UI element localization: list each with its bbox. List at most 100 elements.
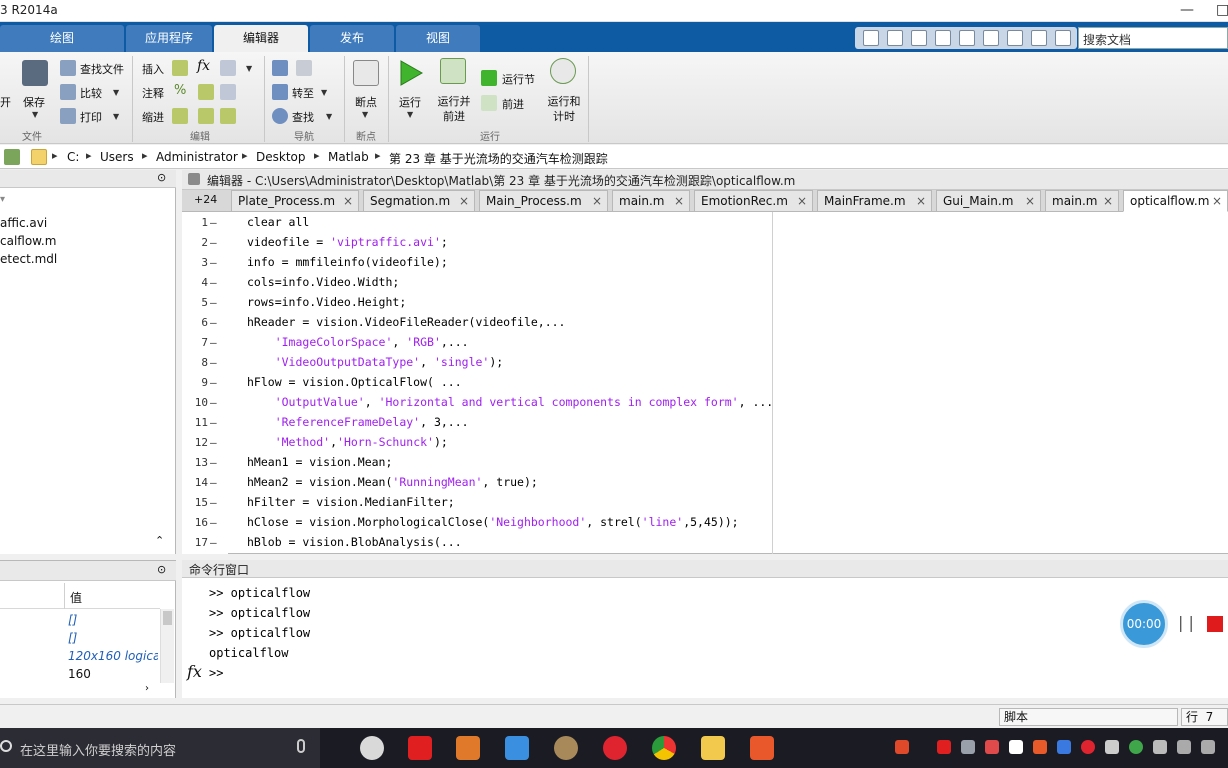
microphone-icon[interactable] — [297, 739, 305, 753]
breakpoint-marker[interactable]: – — [210, 276, 217, 289]
switch-windows-icon[interactable] — [1031, 30, 1047, 46]
file-item[interactable]: affic.avi — [0, 216, 47, 230]
percent-icon[interactable]: % — [174, 83, 186, 98]
editor-tab[interactable]: Main_Process.m × — [479, 190, 608, 212]
code-line[interactable]: clear all — [247, 215, 309, 229]
code-line[interactable]: hMean2 = vision.Mean('RunningMean', true… — [247, 475, 538, 489]
save-button[interactable]: 保存 — [23, 94, 45, 110]
collapse-up-icon[interactable]: ⌃ — [155, 534, 164, 547]
run-and-time-icon[interactable] — [550, 58, 576, 84]
code-line[interactable]: 'OutputValue', 'Horizontal and vertical … — [247, 395, 774, 409]
workspace-value[interactable]: [] — [68, 631, 77, 645]
tray-qq-icon[interactable] — [1009, 740, 1023, 754]
editor-tab[interactable]: main.m × — [612, 190, 690, 212]
code-line[interactable]: 'VideoOutputDataType', 'single'); — [247, 355, 504, 369]
run-and-advance-button[interactable]: 运行并 前进 — [436, 94, 472, 124]
breakpoint-icon[interactable] — [353, 60, 379, 86]
tray-shield-icon[interactable] — [1057, 740, 1071, 754]
tab-plots[interactable]: 绘图 — [0, 25, 124, 52]
format-icon[interactable] — [220, 60, 236, 76]
taskbar-search[interactable]: 在这里输入你要搜索的内容 — [0, 728, 320, 768]
restore-button[interactable]: □ — [1216, 2, 1228, 18]
editor-tab-active[interactable]: opticalflow.m × — [1123, 190, 1228, 212]
recording-timer[interactable]: 00:00 — [1120, 600, 1168, 648]
run-and-advance-icon[interactable] — [440, 58, 466, 84]
decrease-indent-icon[interactable] — [220, 108, 236, 124]
breakpoint-marker[interactable]: – — [210, 536, 217, 549]
advance-button[interactable]: 前进 — [502, 96, 524, 112]
code-line[interactable]: hFilter = vision.MedianFilter; — [247, 495, 455, 509]
tray-wps-icon[interactable] — [937, 740, 951, 754]
code-line[interactable]: 'Method','Horn-Schunck'); — [247, 435, 448, 449]
code-line[interactable]: 'ReferenceFrameDelay', 3,... — [247, 415, 469, 429]
run-button[interactable]: 运行 — [399, 94, 421, 110]
path-segment[interactable]: Matlab — [328, 150, 369, 164]
panel-menu-icon[interactable]: ⊙ — [157, 171, 166, 184]
workspace-value[interactable]: 120x160 logica — [68, 649, 158, 663]
editor-tab[interactable]: main.m × — [1045, 190, 1119, 212]
tray-gear-icon[interactable] — [985, 740, 999, 754]
run-and-time-button[interactable]: 运行和 计时 — [546, 94, 582, 124]
fx-icon[interactable]: fx — [197, 58, 210, 74]
netease-music-icon[interactable] — [603, 736, 627, 760]
breakpoint-marker[interactable]: – — [210, 516, 217, 529]
wps-app-icon[interactable] — [408, 736, 432, 760]
copy-icon[interactable] — [935, 30, 951, 46]
code-editor[interactable]: 1– clear all 2– videofile = 'viptraffic.avi… — [182, 212, 1228, 554]
browser-app-icon[interactable] — [360, 736, 384, 760]
path-segment[interactable]: Administrator — [156, 150, 238, 164]
undo-icon[interactable] — [983, 30, 999, 46]
breakpoint-marker[interactable]: – — [210, 416, 217, 429]
back-arrow-icon[interactable] — [272, 60, 288, 76]
tab-view[interactable]: 视图 — [396, 25, 480, 52]
editor-tab[interactable]: Segmation.m × — [363, 190, 475, 212]
run-icon[interactable] — [398, 59, 424, 87]
breakpoint-button[interactable]: 断点 — [355, 94, 377, 110]
file-explorer-icon[interactable] — [701, 736, 725, 760]
pause-icon[interactable]: | | — [1178, 613, 1194, 632]
increase-indent-icon[interactable] — [198, 108, 214, 124]
code-line[interactable]: videofile = 'viptraffic.avi'; — [247, 235, 448, 249]
smart-indent-icon[interactable] — [172, 108, 188, 124]
help-icon[interactable] — [1055, 30, 1071, 46]
tray-network-icon[interactable] — [1153, 740, 1167, 754]
breakpoint-marker[interactable]: – — [210, 336, 217, 349]
path-segment[interactable]: Users — [100, 150, 134, 164]
cut-icon[interactable] — [911, 30, 927, 46]
code-line[interactable]: 'ImageColorSpace', 'RGB',... — [247, 335, 469, 349]
stop-icon[interactable] — [1207, 616, 1223, 632]
save-icon[interactable] — [22, 60, 48, 86]
path-segment[interactable]: 第 23 章 基于光流场的交通汽车检测跟踪 — [389, 150, 608, 167]
redo-icon[interactable] — [1007, 30, 1023, 46]
uncomment-icon[interactable] — [198, 84, 214, 100]
comment-button[interactable]: 注释 — [142, 85, 164, 101]
file-item[interactable]: calflow.m — [0, 234, 56, 248]
goto-button[interactable]: 转至 — [292, 85, 314, 101]
editor-tab[interactable]: MainFrame.m × — [817, 190, 932, 212]
bluetooth-icon[interactable] — [961, 740, 975, 754]
open-button-label[interactable]: 开 — [0, 94, 11, 110]
editor-tab[interactable]: Plate_Process.m × — [231, 190, 359, 212]
code-line[interactable]: hFlow = vision.OpticalFlow( ... — [247, 375, 462, 389]
indent-button[interactable]: 缩进 — [142, 109, 164, 125]
breakpoint-marker[interactable]: – — [210, 396, 217, 409]
breakpoint-marker[interactable]: – — [210, 236, 217, 249]
chrome-app-icon[interactable] — [652, 736, 676, 760]
search-documentation-input[interactable]: 搜索文档 — [1078, 27, 1228, 49]
run-section-button[interactable]: 运行节 — [502, 71, 535, 87]
editor-tab[interactable]: EmotionRec.m × — [694, 190, 813, 212]
matlab-app-icon[interactable] — [456, 736, 480, 760]
workspace-value[interactable]: [] — [68, 613, 77, 627]
save-icon[interactable] — [887, 30, 903, 46]
tray-battery-icon[interactable] — [1105, 740, 1119, 754]
wrap-comments-icon[interactable] — [220, 84, 236, 100]
forward-arrow-icon[interactable] — [296, 60, 312, 76]
new-icon[interactable] — [863, 30, 879, 46]
browse-folder-icon[interactable] — [4, 149, 20, 165]
breakpoint-marker[interactable]: – — [210, 296, 217, 309]
wifi-icon[interactable] — [1201, 740, 1215, 754]
tray-media-icon[interactable] — [1033, 740, 1047, 754]
code-line[interactable]: hClose = vision.MorphologicalClose('Neig… — [247, 515, 739, 529]
volume-icon[interactable] — [1177, 740, 1191, 754]
tab-publish[interactable]: 发布 — [310, 25, 394, 52]
